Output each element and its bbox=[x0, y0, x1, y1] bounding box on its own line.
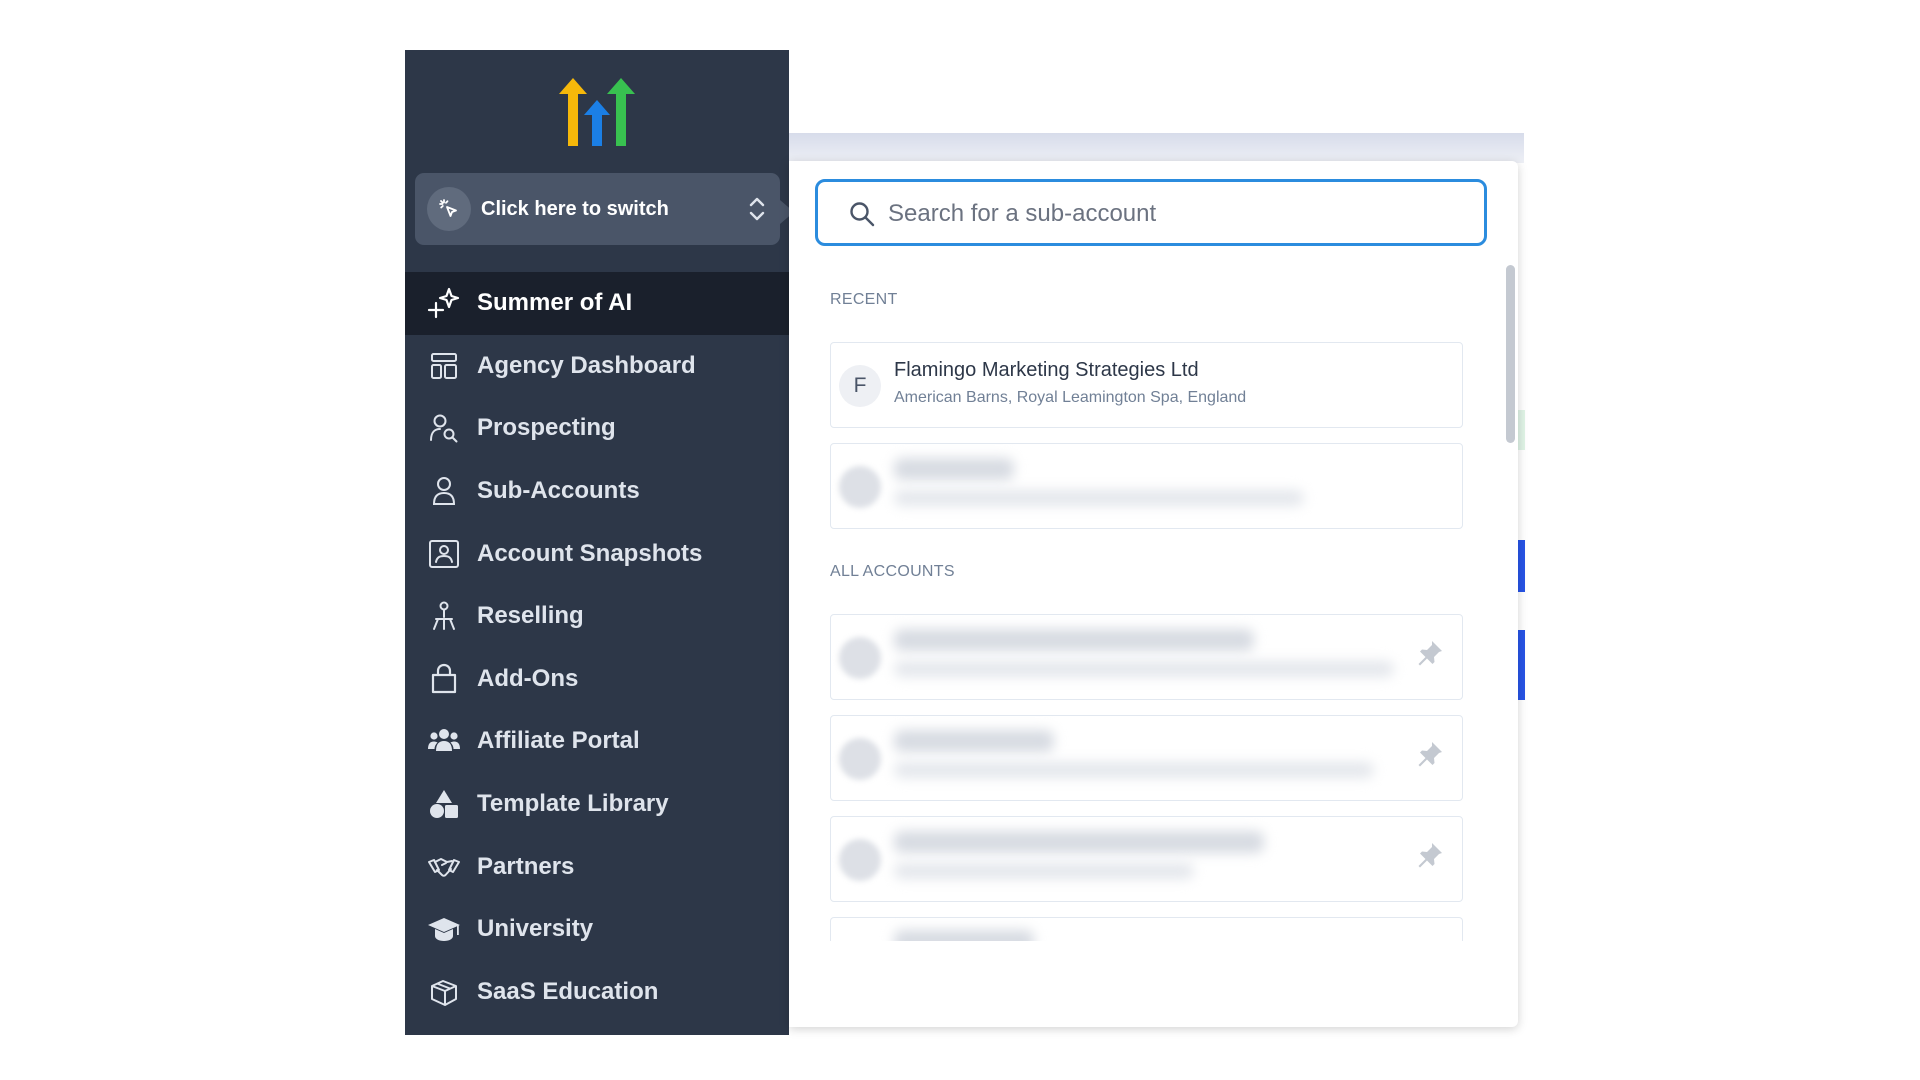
search-input[interactable] bbox=[886, 182, 1470, 245]
recent-section-label: RECENT bbox=[830, 291, 898, 308]
sidebar-item-affiliate-portal[interactable]: Affiliate Portal bbox=[405, 710, 789, 773]
sidebar-item-sub-accounts[interactable]: Sub-Accounts bbox=[405, 460, 789, 523]
pin-icon[interactable] bbox=[1416, 841, 1444, 874]
avatar bbox=[839, 738, 881, 780]
box-icon bbox=[427, 975, 461, 1009]
blurred-account-name bbox=[894, 831, 1264, 853]
list-bottom-fade bbox=[830, 941, 1470, 1001]
recent-account-item[interactable]: F Flamingo Marketing Strategies Ltd Amer… bbox=[830, 342, 1463, 428]
blurred-account-address bbox=[894, 490, 1304, 506]
account-list-item[interactable] bbox=[830, 614, 1463, 700]
sidebar-item-label: University bbox=[477, 915, 594, 943]
sidebar-item-university[interactable]: University bbox=[405, 898, 789, 961]
pin-icon[interactable] bbox=[1416, 740, 1444, 773]
scrollbar[interactable] bbox=[1506, 265, 1515, 443]
sidebar-item-agency-dashboard[interactable]: Agency Dashboard bbox=[405, 335, 789, 398]
pin-icon[interactable] bbox=[1416, 639, 1444, 672]
search-icon bbox=[850, 202, 875, 227]
search-box[interactable] bbox=[815, 179, 1487, 246]
sidebar: Click here to switch Summer of AI Agency… bbox=[405, 50, 794, 1035]
sidebar-item-label: Account Snapshots bbox=[477, 539, 703, 567]
background-fragment bbox=[1518, 540, 1525, 592]
sidebar-item-partners[interactable]: Partners bbox=[405, 835, 789, 898]
avatar bbox=[839, 466, 881, 508]
sidebar-item-label: Affiliate Portal bbox=[477, 727, 640, 755]
dashboard-icon bbox=[427, 349, 461, 383]
graduation-cap-icon bbox=[427, 912, 461, 946]
avatar bbox=[839, 839, 881, 881]
blurred-account-name bbox=[894, 629, 1254, 651]
all-accounts-section-label: ALL ACCOUNTS bbox=[830, 563, 955, 580]
background-fragment bbox=[1518, 630, 1525, 700]
sidebar-item-label: Add-Ons bbox=[477, 664, 579, 692]
sidebar-item-template-library[interactable]: Template Library bbox=[405, 773, 789, 836]
avatar bbox=[839, 637, 881, 679]
sidebar-item-saas-education[interactable]: SaaS Education bbox=[405, 961, 789, 1024]
background-fragment bbox=[1518, 410, 1525, 450]
sub-account-dropdown: RECENT F Flamingo Marketing Strategies L… bbox=[789, 161, 1518, 1027]
handshake-icon bbox=[427, 850, 461, 884]
blurred-account-name bbox=[894, 458, 1014, 480]
sidebar-item-label: Summer of AI bbox=[477, 289, 633, 317]
sidebar-item-reselling[interactable]: Reselling bbox=[405, 585, 789, 648]
user-icon bbox=[427, 474, 461, 508]
avatar: F bbox=[839, 365, 881, 407]
blurred-account-address bbox=[894, 863, 1194, 879]
sidebar-item-label: Reselling bbox=[477, 602, 584, 630]
sidebar-item-add-ons[interactable]: Add-Ons bbox=[405, 648, 789, 711]
sidebar-item-label: Partners bbox=[477, 852, 575, 880]
background-header-strip bbox=[789, 133, 1524, 163]
blurred-account-name bbox=[894, 730, 1054, 752]
sidebar-item-label: Agency Dashboard bbox=[477, 351, 696, 379]
account-switcher-label: Click here to switch bbox=[481, 198, 669, 220]
account-name: Flamingo Marketing Strategies Ltd bbox=[894, 359, 1199, 381]
bag-icon bbox=[427, 662, 461, 696]
blurred-account-name bbox=[894, 930, 1034, 941]
recent-account-item[interactable] bbox=[830, 443, 1463, 529]
sidebar-item-label: SaaS Education bbox=[477, 977, 659, 1005]
users-icon bbox=[427, 724, 461, 758]
sidebar-item-label: Template Library bbox=[477, 790, 669, 818]
reselling-icon bbox=[427, 599, 461, 633]
sidebar-item-label: Sub-Accounts bbox=[477, 477, 640, 505]
blurred-account-address bbox=[894, 661, 1394, 677]
shapes-icon bbox=[427, 787, 461, 821]
pointer-click-icon bbox=[427, 187, 471, 231]
account-list-item[interactable] bbox=[830, 816, 1463, 902]
account-switcher-button[interactable]: Click here to switch bbox=[415, 173, 780, 245]
sidebar-item-label: Prospecting bbox=[477, 414, 616, 442]
user-search-icon bbox=[427, 411, 461, 445]
sidebar-item-summer-of-ai[interactable]: Summer of AI bbox=[405, 272, 789, 335]
sparkles-icon bbox=[427, 286, 461, 320]
sidebar-nav: Summer of AI Agency Dashboard Prospectin… bbox=[405, 272, 789, 1023]
sidebar-item-account-snapshots[interactable]: Account Snapshots bbox=[405, 522, 789, 585]
sidebar-item-prospecting[interactable]: Prospecting bbox=[405, 397, 789, 460]
account-list-item[interactable] bbox=[830, 917, 1463, 941]
blurred-account-address bbox=[894, 762, 1374, 778]
logo-icon[interactable] bbox=[559, 78, 635, 146]
account-address: American Barns, Royal Leamington Spa, En… bbox=[894, 389, 1247, 406]
snapshot-icon bbox=[427, 537, 461, 571]
account-list-item[interactable] bbox=[830, 715, 1463, 801]
chevron-up-down-icon bbox=[748, 195, 766, 228]
